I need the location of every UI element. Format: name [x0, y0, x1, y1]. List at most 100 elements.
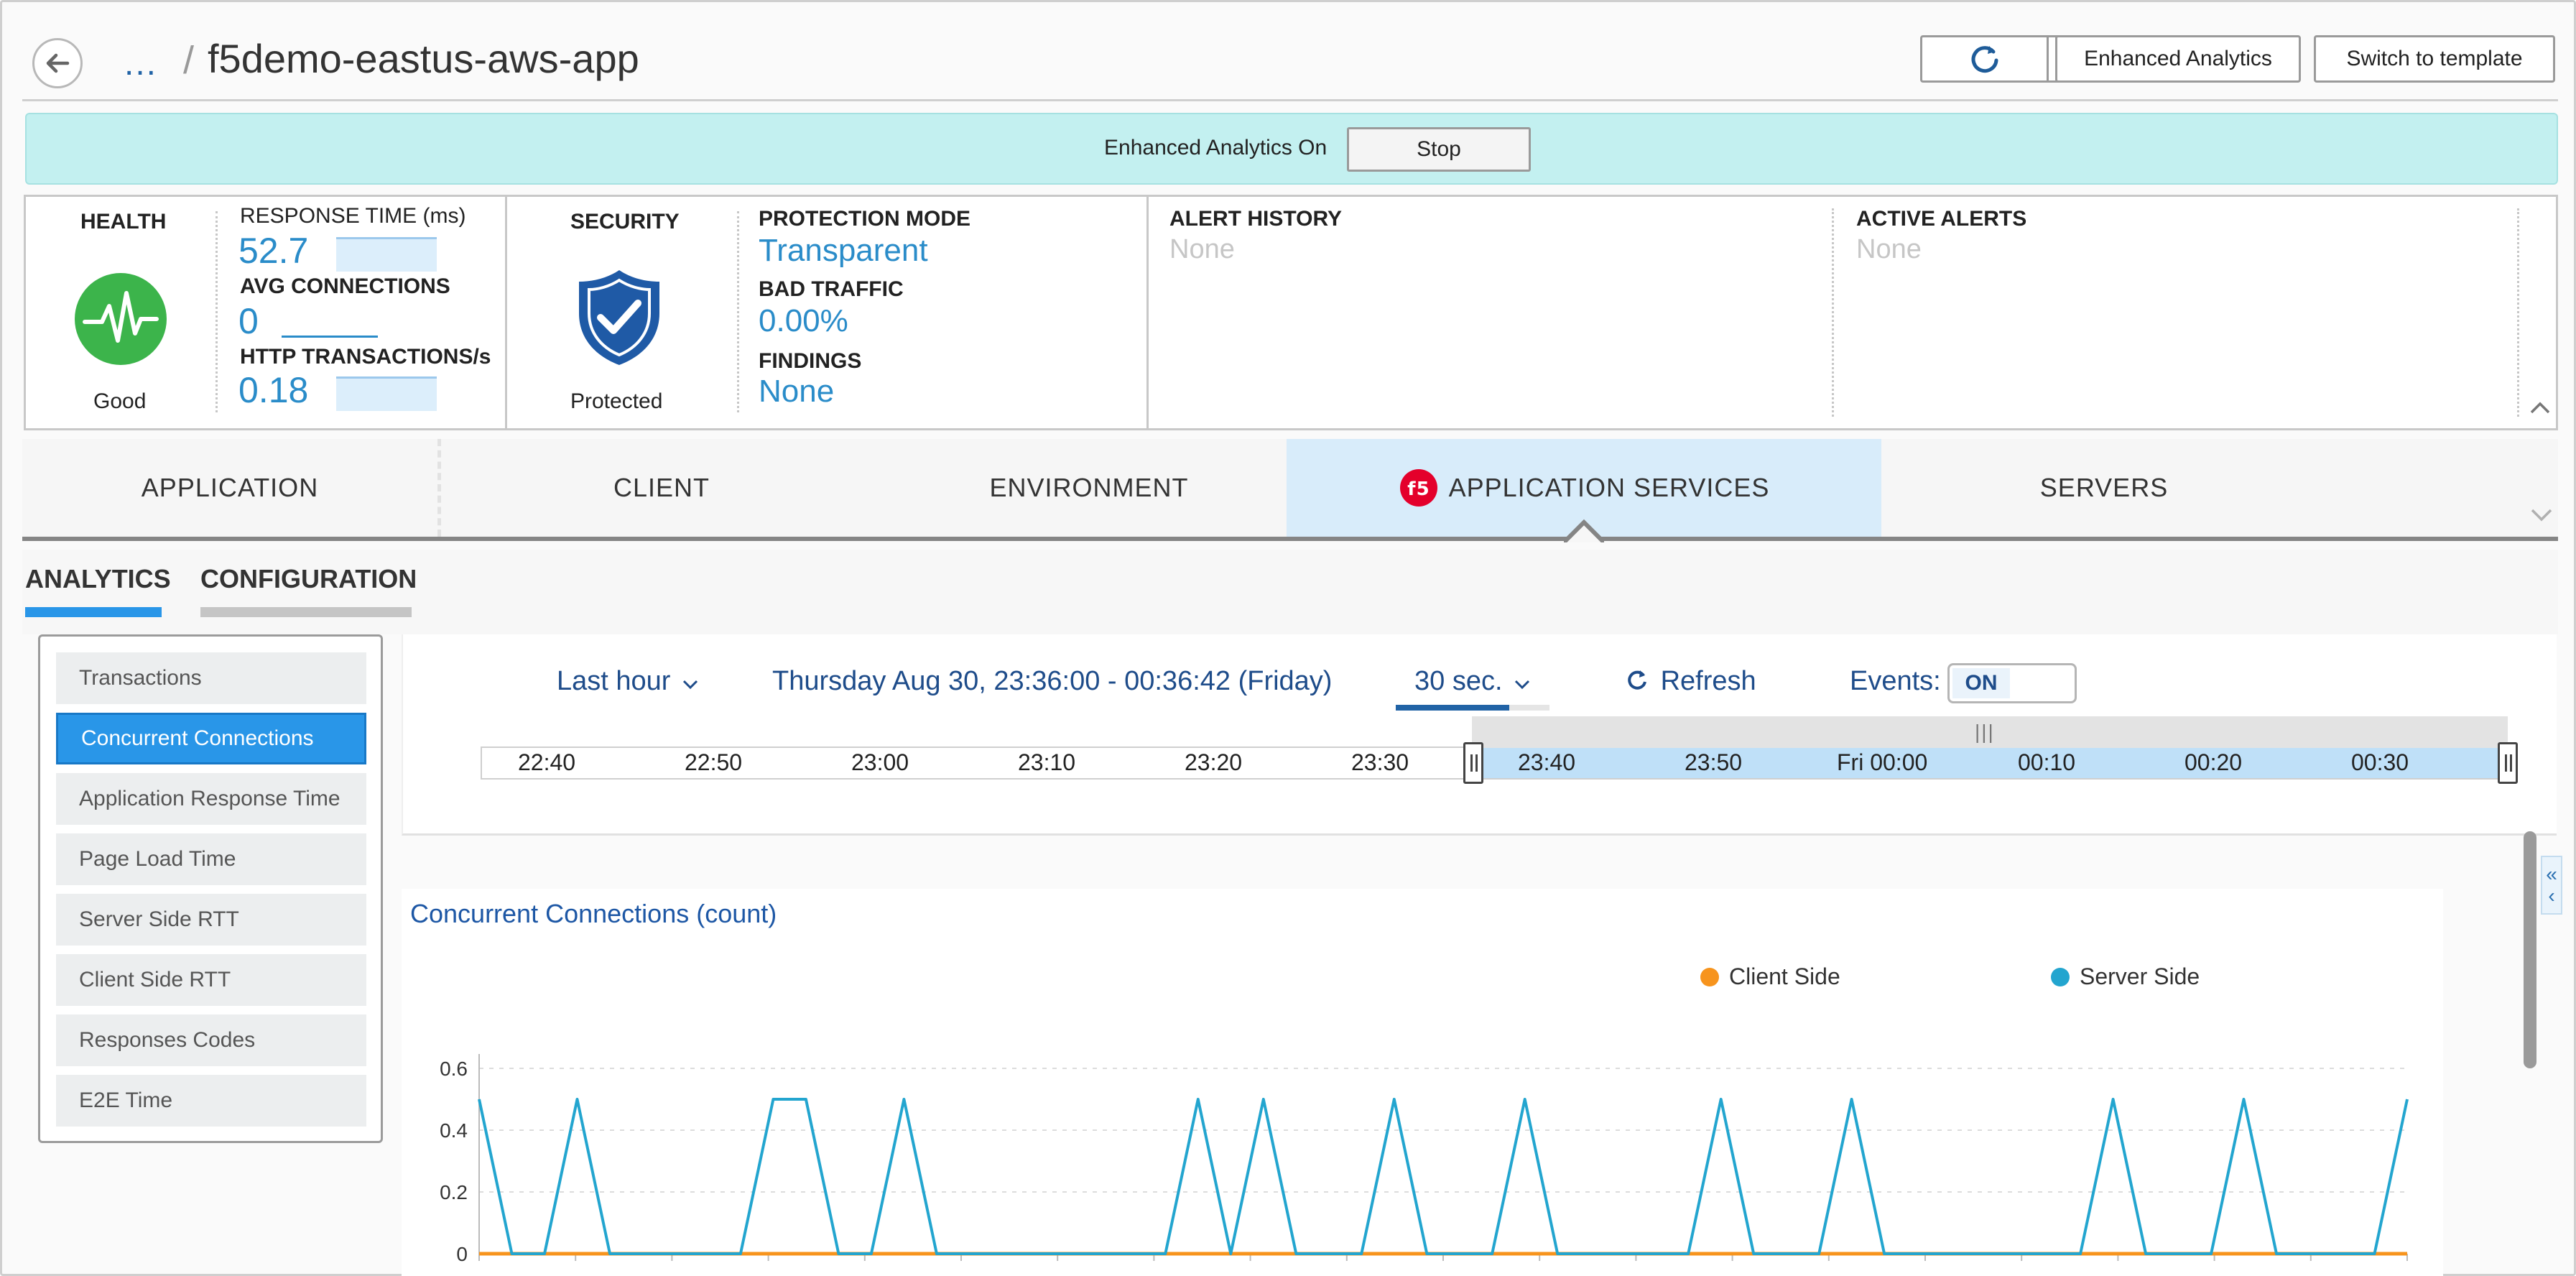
- metric-transactions[interactable]: Transactions: [56, 652, 366, 704]
- subtab-configuration-indicator: [200, 607, 412, 617]
- chevron-up-icon[interactable]: [2530, 401, 2550, 414]
- timeline-tick: 23:40: [1518, 749, 1576, 775]
- security-status: Protected: [570, 389, 663, 413]
- y-tick-label: 0: [456, 1243, 468, 1265]
- banner-text: Enhanced Analytics On: [1104, 136, 1328, 160]
- divider: [505, 197, 507, 428]
- active-alerts-label: ACTIVE ALERTS: [1856, 207, 2027, 231]
- divider: [216, 211, 218, 412]
- metric-e2e-time[interactable]: E2E Time: [56, 1075, 366, 1127]
- main-tabs: APPLICATION CLIENT ENVIRONMENT f5 APPLIC…: [22, 439, 2558, 542]
- timeline-tick: 00:10: [2018, 749, 2076, 775]
- chevron-down-icon: [682, 680, 698, 690]
- summary-strip: HEALTH Good RESPONSE TIME (ms) 52.7 AVG …: [24, 195, 2558, 430]
- breadcrumb-ellipsis[interactable]: ...: [124, 44, 157, 83]
- alert-history-value: None: [1169, 234, 1235, 264]
- bad-traffic-value[interactable]: 0.00%: [759, 303, 848, 339]
- timeline-tick: 23:30: [1351, 749, 1409, 775]
- health-label: HEALTH: [80, 210, 167, 234]
- divider: [737, 211, 739, 412]
- events-toggle-state: ON: [1952, 668, 2010, 698]
- findings-value[interactable]: None: [759, 374, 834, 410]
- chart-panel: Concurrent Connections (count) Client Si…: [402, 889, 2443, 1276]
- back-button[interactable]: [32, 38, 83, 88]
- tab-application-services-label: APPLICATION SERVICES: [1448, 473, 1770, 502]
- interval-value: 30 sec.: [1414, 666, 1503, 696]
- active-tab-pointer: [1564, 519, 1604, 542]
- chevron-left-icon: ‹: [2548, 884, 2555, 907]
- timeline-tick: 23:50: [1685, 749, 1743, 775]
- events-toggle[interactable]: ON: [1947, 663, 2077, 703]
- timeline-grab-bar[interactable]: |||: [1472, 716, 2508, 748]
- chart-plot: 0.6 0.4 0.2 0: [440, 1054, 2409, 1265]
- tab-client[interactable]: CLIENT: [446, 439, 877, 537]
- timeline-tick: 23:20: [1185, 749, 1243, 775]
- timeline-tick: 00:20: [2184, 749, 2243, 775]
- interval-dropdown[interactable]: 30 sec.: [1414, 666, 1530, 697]
- metric-application-response-time[interactable]: Application Response Time: [56, 773, 366, 825]
- y-tick-label: 0.6: [440, 1058, 468, 1080]
- http-transactions-value: 0.18: [238, 370, 309, 410]
- http-transactions-label: HTTP TRANSACTIONS/s: [240, 345, 491, 369]
- timeline-tick: 22:40: [518, 749, 576, 775]
- interval-track: [1396, 705, 1549, 711]
- date-range-text[interactable]: Thursday Aug 30, 23:36:00 - 00:36:42 (Fr…: [772, 666, 1332, 697]
- alert-history-label: ALERT HISTORY: [1169, 207, 1343, 231]
- refresh-button[interactable]: [1922, 37, 2049, 80]
- protection-mode-label: PROTECTION MODE: [759, 207, 971, 231]
- time-range-dropdown[interactable]: Last hour: [557, 666, 698, 697]
- timeline-tick: 23:00: [851, 749, 909, 775]
- timeline-handle-left[interactable]: [1463, 742, 1483, 784]
- divider: [2517, 208, 2519, 417]
- tab-application[interactable]: APPLICATION: [22, 439, 437, 537]
- f5-logo-icon: f5: [1399, 469, 1437, 507]
- tab-environment[interactable]: ENVIRONMENT: [877, 439, 1301, 537]
- refresh-link[interactable]: Refresh: [1624, 666, 1756, 697]
- response-time-sparkline: [336, 237, 437, 272]
- findings-label: FINDINGS: [759, 349, 862, 373]
- shield-check-icon: [579, 270, 659, 365]
- interval-indicator: [1396, 705, 1509, 711]
- health-pulse-icon: [75, 273, 167, 365]
- timeline-navigator[interactable]: ||| 22:40 22:50 23:00 23:10 23:20 23:30 …: [481, 716, 2518, 784]
- page-header: ... / f5demo-eastus-aws-app Enhanced Ana…: [22, 22, 2558, 101]
- tab-servers[interactable]: SERVERS: [1881, 439, 2327, 537]
- scrollbar[interactable]: [2524, 831, 2536, 1068]
- collapse-panel-button[interactable]: « ‹: [2541, 856, 2562, 915]
- bad-traffic-label: BAD TRAFFIC: [759, 277, 904, 301]
- double-chevron-left-icon: «: [2546, 863, 2557, 885]
- refresh-icon: [1628, 670, 1646, 690]
- metric-page-load-time[interactable]: Page Load Time: [56, 833, 366, 885]
- avg-connections-label: AVG CONNECTIONS: [240, 274, 450, 298]
- chevron-down-icon[interactable]: [2531, 508, 2552, 522]
- subtab-analytics-indicator: [25, 607, 162, 617]
- metric-list: Transactions Concurrent Connections Appl…: [38, 634, 383, 1143]
- page-title: f5demo-eastus-aws-app: [208, 36, 639, 81]
- switch-to-template-button[interactable]: Switch to template: [2314, 35, 2555, 83]
- divider: [1146, 197, 1149, 428]
- svg-text:f5: f5: [1407, 478, 1430, 500]
- timeline-tick: 22:50: [685, 749, 743, 775]
- response-time-label: RESPONSE TIME (ms): [240, 204, 466, 228]
- divider: [1832, 208, 1834, 417]
- series-line-server-side: [478, 1098, 2409, 1255]
- metric-client-side-rtt[interactable]: Client Side RTT: [56, 954, 366, 1006]
- protection-mode-value[interactable]: Transparent: [759, 233, 928, 269]
- events-label: Events:: [1850, 666, 1941, 696]
- metric-server-side-rtt[interactable]: Server Side RTT: [56, 894, 366, 946]
- metric-responses-codes[interactable]: Responses Codes: [56, 1014, 366, 1066]
- enhanced-analytics-button[interactable]: Enhanced Analytics: [2055, 35, 2301, 83]
- app-window: ... / f5demo-eastus-aws-app Enhanced Ana…: [0, 0, 2576, 1276]
- timeline-handle-right[interactable]: [2498, 742, 2518, 784]
- timeline-tick: 23:10: [1018, 749, 1076, 775]
- health-status: Good: [93, 389, 147, 413]
- time-range-value: Last hour: [557, 666, 671, 696]
- y-tick-label: 0.4: [440, 1119, 468, 1142]
- metric-concurrent-connections[interactable]: Concurrent Connections: [56, 713, 366, 764]
- subtab-analytics[interactable]: ANALYTICS: [25, 564, 171, 594]
- chevron-down-icon: [1515, 680, 1530, 690]
- stop-button[interactable]: Stop: [1347, 127, 1531, 172]
- time-controls: Last hour Thursday Aug 30, 23:36:00 - 00…: [402, 634, 2557, 836]
- avg-connections-value: 0: [238, 301, 259, 341]
- subtab-configuration[interactable]: CONFIGURATION: [200, 564, 417, 594]
